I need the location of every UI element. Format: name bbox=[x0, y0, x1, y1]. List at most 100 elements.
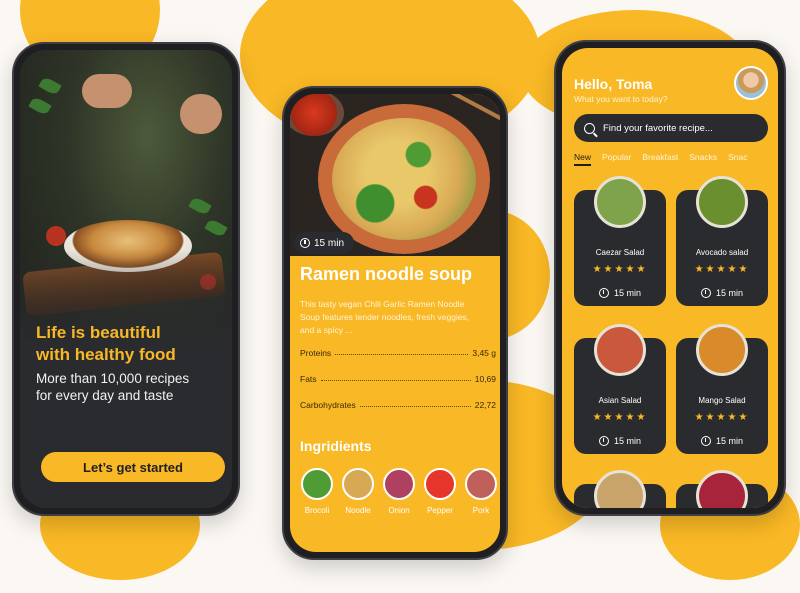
star-rating: ★★★★★ bbox=[694, 264, 750, 275]
ingredient-label: Pork bbox=[472, 506, 490, 515]
ingredient-thumb bbox=[301, 468, 333, 500]
nutrient-row-carbohydrates: Carbohydrates 22,72 bbox=[300, 396, 496, 410]
ingredient-thumb bbox=[424, 468, 456, 500]
greeting-title: Hello, Toma bbox=[574, 76, 653, 92]
card-title: Avocado salad bbox=[695, 248, 749, 257]
description-line: This tasty vegan Chili Garlic Ramen Nood… bbox=[300, 299, 465, 309]
description-line: Soup features tender noodles, fresh vegg… bbox=[300, 312, 470, 322]
card-time: 15 min bbox=[574, 288, 666, 298]
clock-icon bbox=[300, 238, 310, 248]
search-icon bbox=[584, 122, 595, 134]
card-time-text: 15 min bbox=[613, 436, 641, 446]
recipe-card-partial[interactable] bbox=[574, 470, 666, 508]
card-title: Asian Salad bbox=[598, 396, 642, 405]
salad-plate-image bbox=[594, 176, 646, 228]
ingredients-title: Ingridients bbox=[300, 438, 372, 454]
recipe-card-avocado-salad[interactable]: Avocado salad ★★★★★ 15 min bbox=[676, 176, 768, 306]
salad-plate-image bbox=[594, 324, 646, 376]
onboarding-headline: Life is beautiful with healthy food bbox=[36, 322, 232, 366]
nutrient-row-fats: Fats 10,69 bbox=[300, 370, 496, 384]
nutrient-name: Proteins bbox=[300, 348, 332, 358]
ingredient-label: Brocoli bbox=[304, 506, 330, 515]
ingredient-label: Pepper bbox=[427, 506, 453, 515]
chili-sauce-bowl bbox=[290, 94, 344, 136]
clock-icon bbox=[598, 288, 609, 298]
nutrient-row-proteins: Proteins 3,45 g bbox=[300, 344, 496, 358]
clock-icon bbox=[598, 436, 609, 446]
salad-plate-image bbox=[696, 324, 748, 376]
nutrient-name: Carbohydrates bbox=[300, 400, 356, 410]
recipe-title: Ramen noodle soup bbox=[300, 264, 473, 284]
card-time: 15 min bbox=[676, 288, 768, 298]
ingredient-item-noodle[interactable]: Noodle bbox=[341, 468, 375, 515]
onboarding-screen: Life is beautiful with healthy food More… bbox=[20, 50, 232, 508]
ingredient-item-onion[interactable]: Onion bbox=[382, 468, 416, 515]
headline-line: Life is beautiful bbox=[36, 323, 161, 342]
salad-plate-image bbox=[594, 470, 646, 508]
phone-home: Hello, Toma What you want to today? Find… bbox=[554, 40, 786, 516]
recipe-card-partial[interactable] bbox=[676, 470, 768, 508]
ingredient-item-pork[interactable]: Pork bbox=[464, 468, 498, 515]
star-rating: ★★★★★ bbox=[694, 412, 750, 423]
phone-onboarding: Life is beautiful with healthy food More… bbox=[12, 42, 240, 516]
tab-new[interactable]: New bbox=[574, 152, 592, 166]
ingredient-item-pepper[interactable]: Pepper bbox=[423, 468, 457, 515]
tab-breakfast[interactable]: Breakfast bbox=[642, 152, 678, 166]
ingredient-label: Onion bbox=[388, 506, 410, 515]
category-tabs: New Popular Breakfast Snacks Snac bbox=[574, 152, 747, 166]
onboarding-subtitle: More than 10,000 recipes for every day a… bbox=[36, 370, 232, 404]
headline-line: with healthy food bbox=[36, 345, 176, 364]
ramen-photo: 15 min bbox=[290, 94, 500, 256]
ingredient-thumb bbox=[383, 468, 415, 500]
card-title: Mango Salad bbox=[698, 396, 746, 405]
card-time: 15 min bbox=[676, 436, 768, 446]
nutrient-value: 22,72 bbox=[474, 400, 496, 410]
hand-image bbox=[82, 74, 132, 108]
dotted-leader bbox=[335, 354, 469, 355]
basil-leaf bbox=[38, 75, 62, 97]
card-time-text: 15 min bbox=[715, 288, 743, 298]
get-started-button[interactable]: Let’s get started bbox=[41, 452, 225, 482]
clock-icon bbox=[700, 436, 711, 446]
card-time-text: 15 min bbox=[613, 288, 641, 298]
card-title: Caezar Salad bbox=[595, 248, 645, 257]
clock-icon bbox=[700, 288, 711, 298]
search-input[interactable]: Find your favorite recipe... bbox=[574, 114, 768, 142]
search-placeholder: Find your favorite recipe... bbox=[603, 122, 713, 134]
subtitle-line: for every day and taste bbox=[36, 388, 174, 403]
home-screen: Hello, Toma What you want to today? Find… bbox=[562, 48, 778, 508]
recipe-description: This tasty vegan Chili Garlic Ramen Nood… bbox=[300, 298, 496, 337]
recipe-card-caezar-salad[interactable]: Caezar Salad ★★★★★ 15 min bbox=[574, 176, 666, 306]
salad-plate-image bbox=[696, 176, 748, 228]
ingredient-thumb bbox=[342, 468, 374, 500]
subtitle-line: More than 10,000 recipes bbox=[36, 371, 190, 386]
basil-leaf bbox=[28, 95, 52, 117]
star-rating: ★★★★★ bbox=[592, 264, 648, 275]
description-line: and a spicy ... bbox=[300, 325, 353, 335]
card-time-text: 15 min bbox=[715, 436, 743, 446]
salad-plate-image bbox=[696, 470, 748, 508]
nutrient-value: 3,45 g bbox=[472, 348, 496, 358]
phone-recipe-detail: 15 min Ramen noodle soup This tasty vega… bbox=[282, 86, 508, 560]
greeting-subtitle: What you want to today? bbox=[574, 94, 668, 104]
tomato bbox=[46, 226, 66, 246]
tab-popular[interactable]: Popular bbox=[602, 152, 631, 166]
star-rating: ★★★★★ bbox=[592, 412, 648, 423]
tab-snacks-partial[interactable]: Snac bbox=[728, 152, 747, 166]
nutrient-name: Fats bbox=[300, 374, 317, 384]
ingredient-item-brocoli[interactable]: Brocoli bbox=[300, 468, 334, 515]
ingredient-label: Noodle bbox=[345, 506, 371, 515]
dotted-leader bbox=[320, 380, 471, 381]
hand-image bbox=[180, 94, 222, 134]
recipe-card-mango-salad[interactable]: Mango Salad ★★★★★ 15 min bbox=[676, 324, 768, 454]
nutrient-value: 10,69 bbox=[474, 374, 496, 384]
recipe-card-asian-salad[interactable]: Asian Salad ★★★★★ 15 min bbox=[574, 324, 666, 454]
avatar[interactable] bbox=[734, 66, 768, 100]
cook-time-text: 15 min bbox=[314, 237, 345, 249]
card-time: 15 min bbox=[574, 436, 666, 446]
dotted-leader bbox=[359, 406, 471, 407]
tab-snacks[interactable]: Snacks bbox=[689, 152, 717, 166]
recipe-detail-screen: 15 min Ramen noodle soup This tasty vega… bbox=[290, 94, 500, 552]
basil-leaf bbox=[188, 195, 212, 217]
cook-time-badge: 15 min bbox=[294, 232, 355, 254]
